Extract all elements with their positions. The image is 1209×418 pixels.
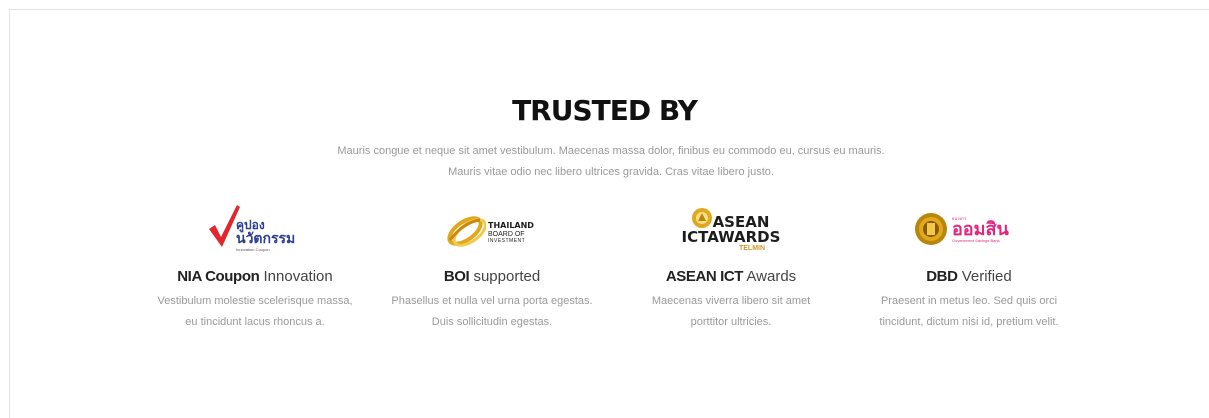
card-desc-line: Duis sollicitudin egestas. — [431, 316, 553, 328]
card-title-bold: BOI — [443, 268, 470, 285]
subtitle-line-2: Mauris vitae odio nec libero ultrices gr… — [448, 166, 774, 178]
subtitle-line-1: Mauris congue et neque sit amet vestibul… — [337, 145, 885, 157]
boi-logo-text-2: BOARD OF — [488, 231, 525, 238]
card-desc-line: tincidunt, dictum nisi id, pretium velit… — [879, 316, 1059, 328]
asean-ict-logo: ASEAN ICTAWARDS TELMIN — [681, 205, 781, 255]
ict-logo-text-2: ICTAWARDS — [681, 228, 781, 246]
card-description: Praesent in metus leo. Sed quis orci tin… — [856, 291, 1082, 333]
nia-coupon-logo: คูปอง นวัตกรรม Innovation Coupon — [207, 205, 303, 255]
dbd-logo-text-2: ออมสิน — [952, 219, 1009, 240]
card-desc-line: Vestibulum molestie scelerisque massa, — [157, 295, 353, 307]
nia-logo-text-1: คูปอง — [236, 218, 265, 232]
trust-card-asean-ict: ASEAN ICTAWARDS TELMIN ASEAN ICT Awards … — [618, 205, 844, 333]
boi-emblem-icon — [447, 216, 486, 247]
card-desc-line: eu tincidunt lacus rhoncus a. — [185, 316, 325, 328]
card-title-rest: Innovation — [259, 268, 333, 285]
card-title-rest: supported — [469, 268, 541, 285]
card-title-rest: Verified — [957, 268, 1012, 285]
trust-card-boi: THAILAND BOARD OF INVESTMENT BOI support… — [379, 205, 605, 333]
boi-logo-text-1: THAILAND — [488, 221, 534, 230]
card-description: Maecenas viverra libero sit amet porttit… — [618, 291, 844, 333]
boi-logo-text-3: INVESTMENT — [488, 238, 526, 244]
card-title: BOI supported — [379, 268, 605, 285]
dbd-logo: ธนาคาร ออมสิน Government Savings Bank — [914, 205, 1024, 255]
card-title-rest: Awards — [743, 268, 797, 285]
card-title-bold: ASEAN ICT — [665, 268, 744, 285]
card-title: NIA Coupon Innovation — [142, 268, 368, 285]
card-description: Vestibulum molestie scelerisque massa, e… — [142, 291, 368, 333]
card-desc-line: Praesent in metus leo. Sed quis orci — [880, 295, 1058, 307]
nia-logo-text-3: Innovation Coupon — [236, 247, 270, 252]
bank-seal-icon — [915, 213, 947, 245]
section-subtitle: Mauris congue et neque sit amet vestibul… — [0, 141, 1209, 183]
ict-logo-text-3: TELMIN — [738, 245, 766, 252]
card-title-bold: DBD — [926, 268, 958, 285]
trust-card-nia: คูปอง นวัตกรรม Innovation Coupon NIA Cou… — [142, 205, 368, 333]
trust-card-dbd: ธนาคาร ออมสิน Government Savings Bank DB… — [856, 205, 1082, 333]
card-title: ASEAN ICT Awards — [618, 268, 844, 285]
boi-logo: THAILAND BOARD OF INVESTMENT — [444, 205, 540, 255]
card-desc-line: Maecenas viverra libero sit amet — [651, 295, 811, 307]
nia-logo-text-2: นวัตกรรม — [236, 231, 296, 247]
card-desc-line: porttitor ultricies. — [690, 316, 772, 328]
card-description: Phasellus et nulla vel urna porta egesta… — [379, 291, 605, 333]
section-title: TRUSTED BY — [512, 94, 698, 127]
card-title-bold: NIA Coupon — [177, 268, 260, 285]
card-title: DBD Verified — [856, 268, 1082, 285]
card-desc-line: Phasellus et nulla vel urna porta egesta… — [391, 295, 593, 307]
